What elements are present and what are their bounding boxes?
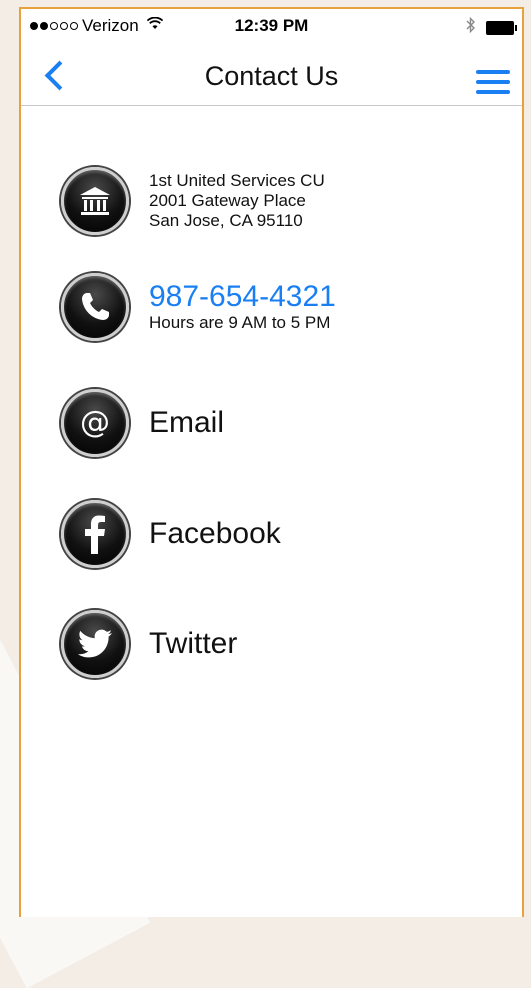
facebook-icon (61, 500, 129, 568)
hamburger-menu-icon (476, 70, 510, 74)
at-icon: @ (61, 389, 129, 457)
bluetooth-icon (466, 16, 476, 38)
bank-icon (61, 167, 129, 235)
page-title: Contact Us (204, 61, 339, 91)
status-right (466, 16, 517, 38)
svg-text:@: @ (80, 405, 110, 440)
hamburger-menu-icon (476, 90, 510, 94)
twitter-icon (61, 610, 129, 678)
navigation-bar: Contact Us (21, 45, 522, 106)
phone-number-link[interactable]: 987-654-4321 (149, 281, 336, 313)
phone-row[interactable]: 987-654-4321 Hours are 9 AM to 5 PM (61, 273, 336, 341)
hamburger-menu-icon (476, 80, 510, 84)
hamburger-menu-button[interactable] (476, 70, 510, 94)
status-bar: Verizon 12:39 PM (21, 9, 522, 45)
street-address: 2001 Gateway Place (149, 191, 306, 210)
twitter-text: Twitter (149, 627, 237, 661)
email-text: Email (149, 406, 224, 440)
twitter-link[interactable]: Twitter (149, 627, 237, 661)
institution-name: 1st United Services CU (149, 171, 325, 190)
facebook-link[interactable]: Facebook (149, 517, 281, 551)
facebook-row[interactable]: Facebook (61, 500, 281, 568)
battery-icon (486, 20, 517, 35)
business-hours: Hours are 9 AM to 5 PM (149, 313, 331, 332)
city-state-zip: San Jose, CA 95110 (149, 211, 303, 230)
facebook-text: Facebook (149, 517, 281, 551)
email-link[interactable]: Email (149, 406, 224, 440)
phone-screen: Verizon 12:39 PM Contact Us 1st United S… (19, 7, 524, 917)
address-row[interactable]: 1st United Services CU 2001 Gateway Plac… (61, 167, 325, 235)
email-row[interactable]: @ Email (61, 389, 224, 457)
phone-icon (61, 273, 129, 341)
twitter-row[interactable]: Twitter (61, 610, 237, 678)
address-text: 1st United Services CU 2001 Gateway Plac… (149, 171, 325, 231)
phone-text: 987-654-4321 Hours are 9 AM to 5 PM (149, 281, 336, 333)
status-time: 12:39 PM (234, 16, 309, 35)
